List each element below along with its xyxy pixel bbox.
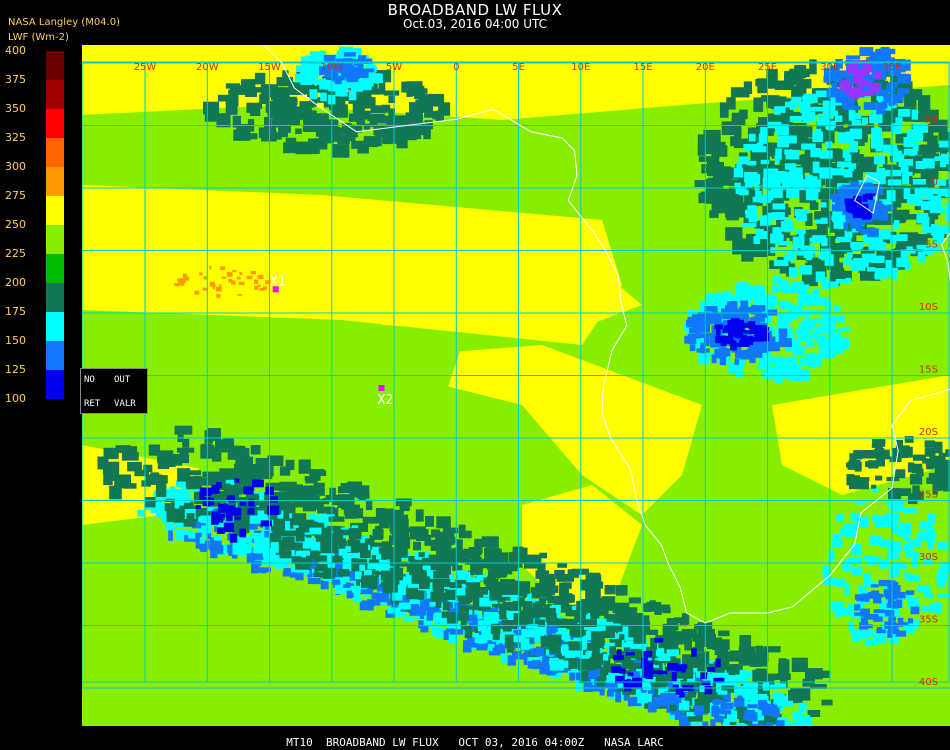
legend-swatch <box>46 254 64 283</box>
flux-map[interactable]: 25W 20W 15W 10W 5W 0 5E 10E 15E 20E 25E 30E 35E 5N 0 5S… <box>82 45 950 726</box>
lon-label: 25W <box>134 62 157 73</box>
legend-level-label: 300 <box>5 160 26 173</box>
legend-level-label: 350 <box>5 102 26 115</box>
map-canvas[interactable]: 25W 20W 15W 10W 5W 0 5E 10E 15E 20E 25E 30E 35E 5N 0 5S… <box>82 45 950 726</box>
legend-level-label: 400 <box>5 44 26 57</box>
legend-level-label: 250 <box>5 218 26 231</box>
lat-label: 40S <box>919 677 938 688</box>
legend-swatch <box>46 312 64 341</box>
color-legend: 400 375 350 325 300 275 250 225 200 175 150 125 100 <box>0 44 80 405</box>
lon-label: 10E <box>571 62 590 73</box>
lon-label: 35E <box>882 62 901 73</box>
marker-label: X2 <box>378 393 394 408</box>
lon-label: 25E <box>758 62 777 73</box>
lat-label: 15S <box>919 365 938 376</box>
valr-button[interactable]: VALR <box>114 399 136 409</box>
control-panel[interactable]: NO OUT RET VALR <box>80 368 148 414</box>
marker-dot <box>378 385 385 391</box>
lon-label: 20W <box>196 62 219 73</box>
map-subtitle: Oct.03, 2016 04:00 UTC <box>403 17 547 31</box>
lat-label: 5S <box>925 240 938 251</box>
legend-level-label: 125 <box>5 363 26 376</box>
lon-label: 20E <box>696 62 715 73</box>
legend-level-label: 325 <box>5 131 26 144</box>
legend-swatch <box>46 109 64 138</box>
legend-swatch <box>46 51 64 80</box>
legend-level-label: 100 <box>5 392 26 405</box>
lat-label: 10S <box>919 302 938 313</box>
out-button[interactable]: OUT <box>114 375 130 385</box>
legend-swatch <box>46 283 64 312</box>
legend-swatch <box>46 370 64 399</box>
lon-label: 15E <box>633 62 652 73</box>
legend-level-label: 150 <box>5 334 26 347</box>
lat-label: 35S <box>919 615 938 626</box>
legend-level-label: 175 <box>5 305 26 318</box>
flux-field <box>82 45 950 726</box>
marker-label: X1 <box>270 274 286 289</box>
legend-level-label: 200 <box>5 276 26 289</box>
lon-label: 5E <box>512 62 525 73</box>
lat-label: 25S <box>919 490 938 501</box>
legend-swatch <box>46 138 64 167</box>
legend-swatch <box>46 225 64 254</box>
legend-level-label: 275 <box>5 189 26 202</box>
ret-button[interactable]: RET <box>84 399 100 409</box>
lat-label: 20S <box>919 427 938 438</box>
legend-swatch <box>46 167 64 196</box>
lon-label: 0 <box>453 62 459 73</box>
data-provider: NASA Langley (M04.0) <box>8 17 120 28</box>
lon-label: 30E <box>820 62 839 73</box>
legend-swatch <box>46 341 64 370</box>
lon-label: 15W <box>258 62 281 73</box>
lon-label: 5W <box>386 62 402 73</box>
legend-swatch <box>46 80 64 109</box>
lat-label: 5N <box>924 115 938 126</box>
legend-level-label: 375 <box>5 73 26 86</box>
no-button[interactable]: NO <box>84 375 95 385</box>
lat-label: 0 <box>932 177 938 188</box>
footer-caption: MT10 BROADBAND LW FLUX OCT 03, 2016 04:0… <box>286 736 664 749</box>
legend-level-label: 225 <box>5 247 26 260</box>
units-label: LWF (Wm-2) <box>8 32 69 43</box>
lat-label: 30S <box>919 552 938 563</box>
lon-label: 10W <box>320 62 343 73</box>
legend-swatch <box>46 196 64 225</box>
